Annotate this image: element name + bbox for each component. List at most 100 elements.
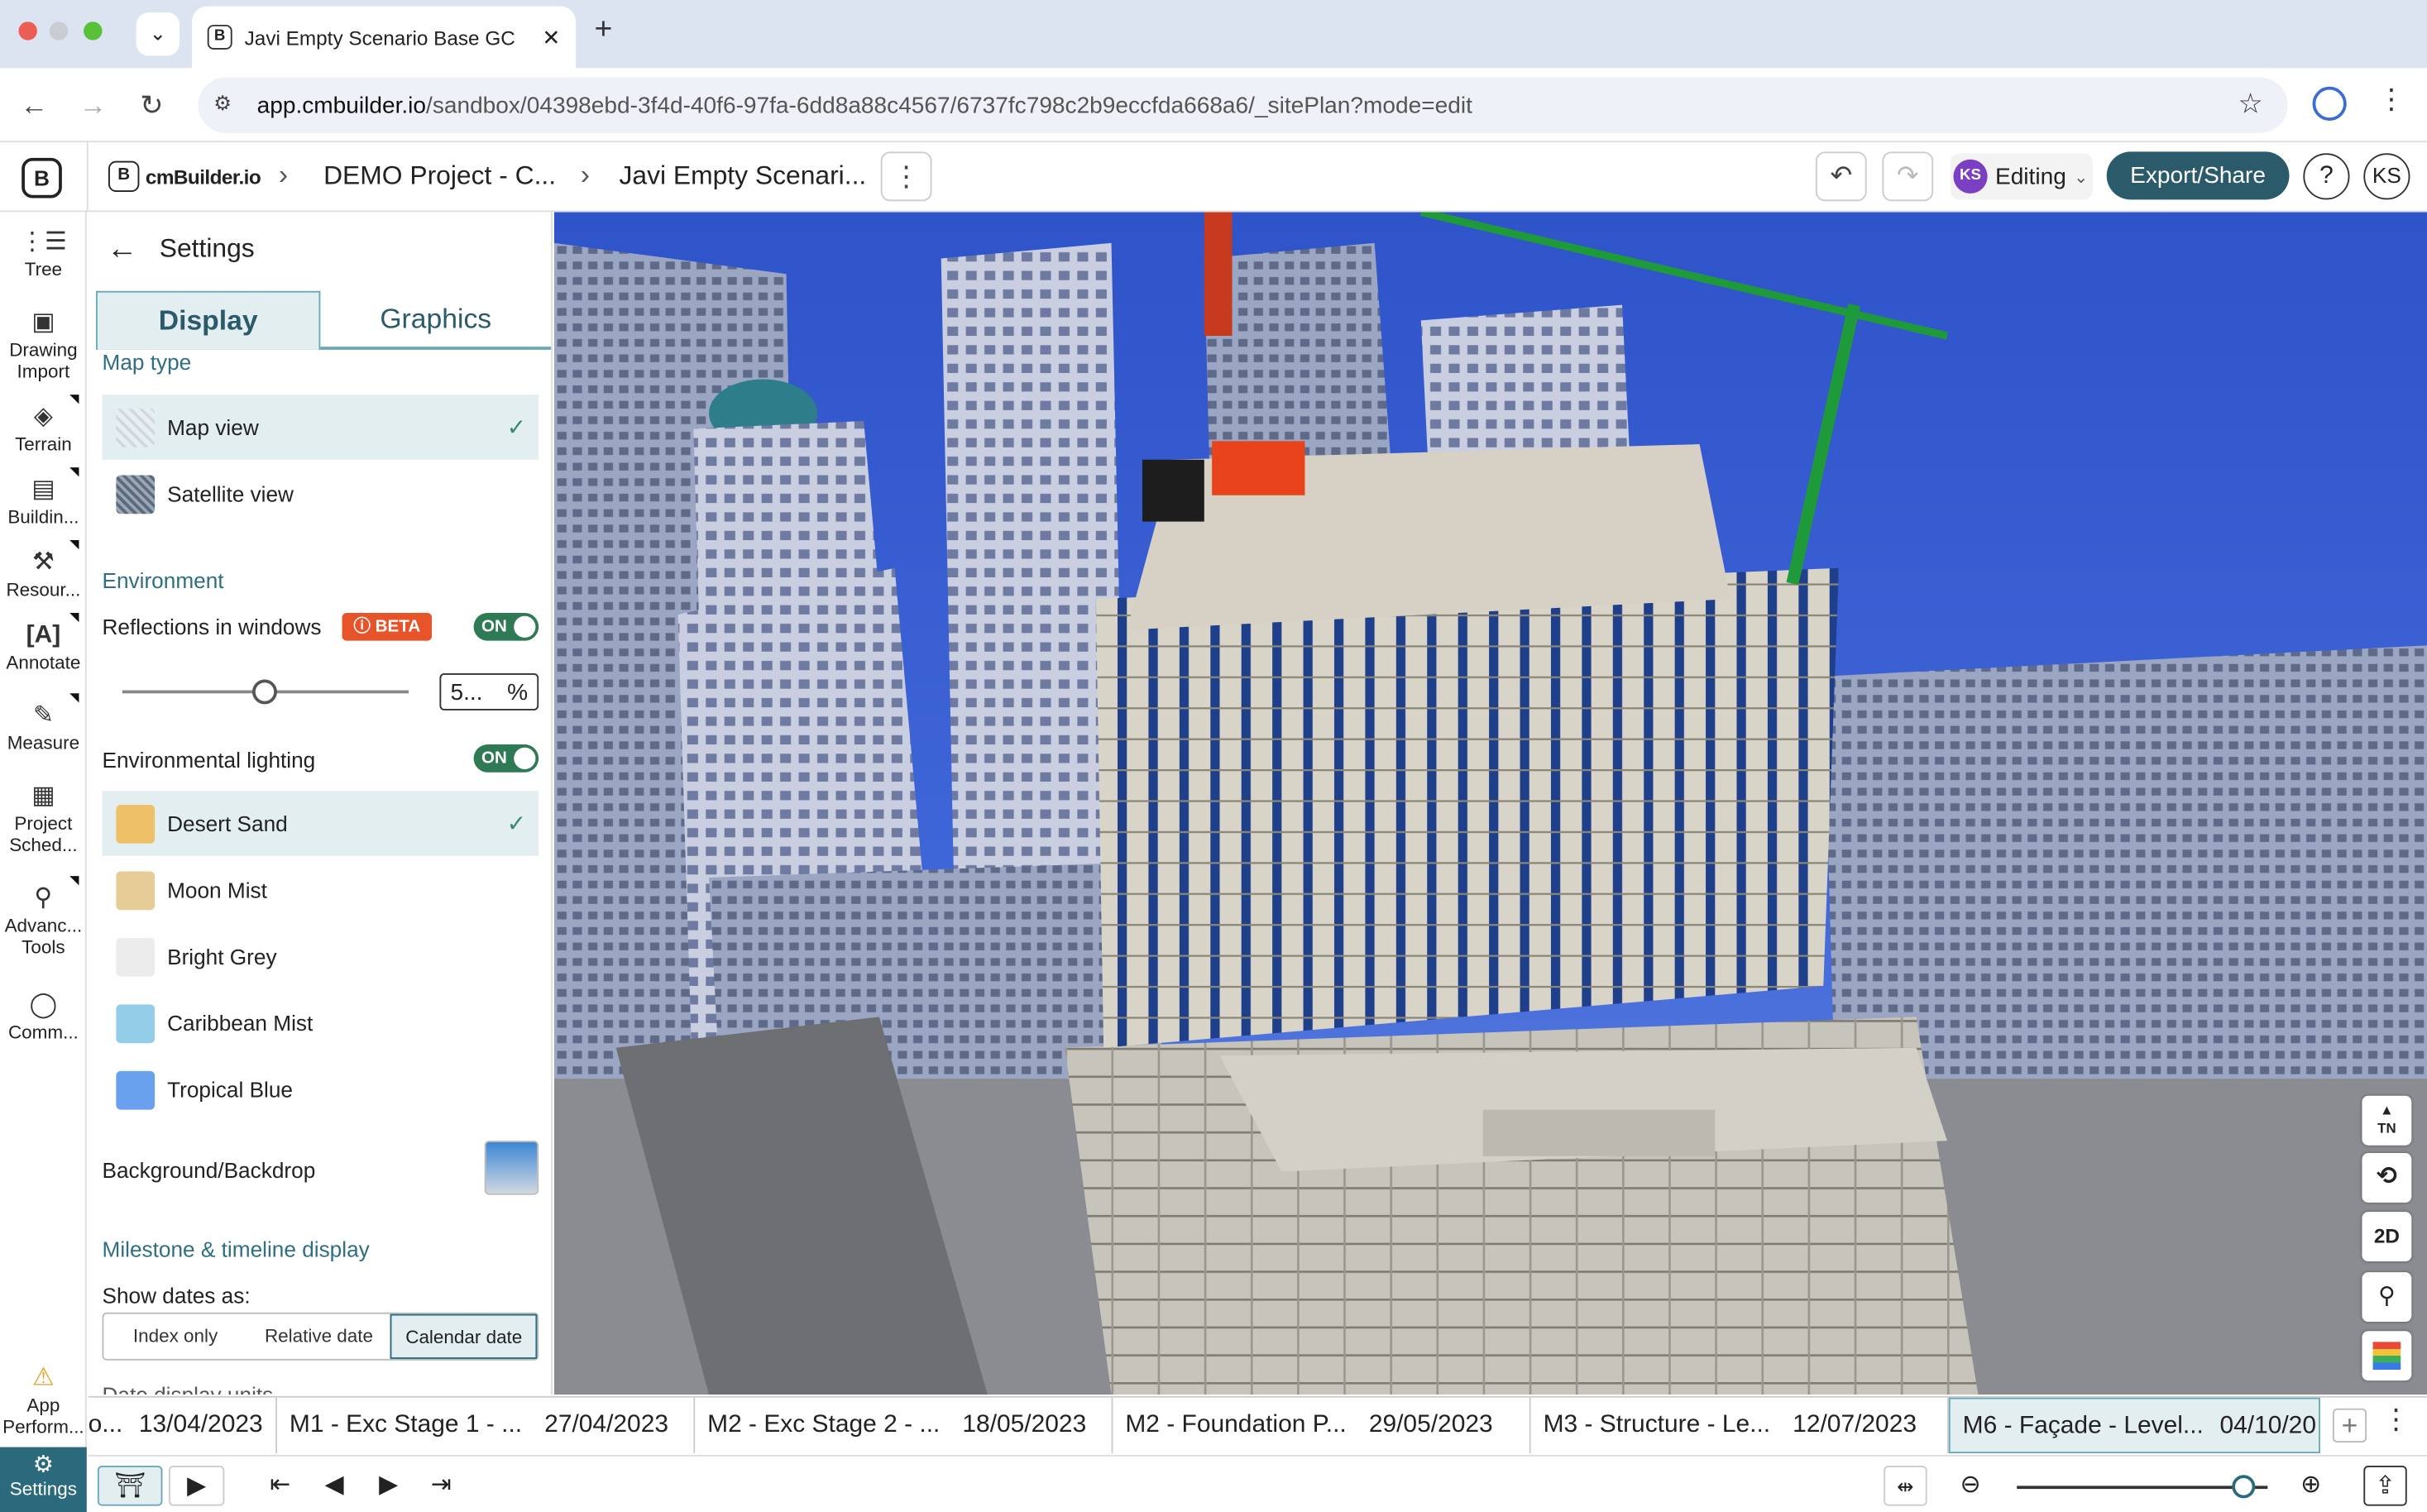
site-info-icon[interactable]: ⚙ (213, 91, 232, 116)
rail-item-tree[interactable]: ⋮☰ Tree (0, 227, 87, 280)
step-forward-icon[interactable]: ▶ (370, 1466, 407, 1506)
scenario-menu-icon[interactable]: ⋮ (880, 151, 932, 202)
2d-toggle-button[interactable]: 2D (2362, 1212, 2412, 1262)
tab-display[interactable]: Display (96, 290, 321, 350)
rail-label: Terrain (15, 433, 72, 456)
milestone-label: M2 - Foundation P... (1125, 1411, 1347, 1438)
option-label: Desert Sand (167, 811, 288, 836)
environment-heading: Environment (102, 567, 224, 593)
timeline-item[interactable]: M3 - Structure - Le... 12/07/2023 (1531, 1397, 1949, 1454)
rail-item-buildings[interactable]: ▤ Buildin... (0, 475, 87, 528)
redo-icon[interactable]: ↷ (1882, 151, 1934, 202)
back-arrow-icon[interactable]: ← (107, 232, 137, 267)
close-window-dot[interactable] (18, 22, 37, 41)
zoom-slider-handle[interactable] (2231, 1475, 2255, 1499)
comment-icon: ◯ (29, 992, 58, 1019)
rail-item-comments[interactable]: ◯ Comm... (0, 991, 87, 1043)
north-compass-button[interactable]: ▲ TN (2362, 1095, 2412, 1146)
zoom-in-icon[interactable]: ⊕ (2292, 1466, 2329, 1506)
lighting-option-bright-grey[interactable]: Bright Grey (102, 924, 539, 989)
help-icon[interactable]: ? (2303, 153, 2350, 200)
timeline-item[interactable]: M2 - Foundation P... 29/05/2023 (1113, 1397, 1531, 1454)
reflection-slider-handle[interactable] (252, 679, 277, 705)
rail-item-drawing-import[interactable]: ▣ Drawing Import (0, 308, 87, 382)
orbit-icon[interactable]: ⟲ (2362, 1153, 2412, 1203)
skip-to-end-icon[interactable]: ⇥ (423, 1466, 460, 1506)
north-arrow-icon: ▲ (2380, 1102, 2394, 1118)
lighting-option-tropical-blue[interactable]: Tropical Blue (102, 1057, 539, 1122)
relative-date-option[interactable]: Relative date (247, 1314, 390, 1359)
crane-mode-icon[interactable]: ⛩ (97, 1466, 163, 1506)
rail-item-app-performance[interactable]: ⚠ App Perform... (0, 1364, 87, 1438)
fit-timeline-icon[interactable]: ⇹ (1884, 1466, 1927, 1506)
reload-icon[interactable]: ↻ (130, 84, 173, 127)
backdrop-picker[interactable] (484, 1141, 539, 1195)
forward-icon[interactable]: → (71, 84, 114, 127)
timeline-menu-icon[interactable]: ⋮ (2382, 1404, 2410, 1436)
timeline-item[interactable]: o... 13/04/2023 (89, 1397, 277, 1454)
rail-label: Advanc... Tools (4, 914, 83, 959)
mode-dropdown[interactable]: KS Editing ⌄ (1950, 153, 2093, 200)
rail-item-terrain[interactable]: ◈ Terrain (0, 403, 87, 456)
breadcrumb-project[interactable]: DEMO Project - C... (323, 161, 556, 192)
building-icon: ▤ (31, 476, 55, 504)
satellite-view-option[interactable]: Satellite view (102, 462, 539, 527)
rail-item-project-schedule[interactable]: ▦ Project Sched... (0, 782, 87, 856)
schedule-icon: ▦ (31, 782, 55, 810)
map-view-option[interactable]: Map view ✓ (102, 395, 539, 460)
reflections-toggle[interactable]: ON (473, 612, 539, 641)
rail-item-measure[interactable]: ✎ Measure (0, 701, 87, 754)
user-avatar[interactable]: KS (2363, 153, 2410, 200)
color-swatch (116, 804, 156, 843)
export-share-button[interactable]: Export/Share (2106, 151, 2290, 200)
browser-tab[interactable]: B Javi Empty Scenario Base GC ✕ (192, 6, 577, 69)
rail-item-resources[interactable]: ⚒ Resour... (0, 548, 87, 600)
settings-header: ← Settings (89, 212, 551, 286)
rail-item-advanced-tools[interactable]: ⚲ Advanc... Tools (0, 883, 87, 958)
url-bar[interactable]: ⚙ app.cmbuilder.io/sandbox/04398ebd-3f4d… (198, 77, 2288, 133)
zoom-slider-track[interactable] (2017, 1486, 2268, 1490)
profile-icon[interactable] (2312, 86, 2347, 121)
rail-item-settings[interactable]: ⚙ Settings (0, 1447, 87, 1512)
tab-search-chevron-icon[interactable]: ⌄ (136, 12, 180, 56)
undo-icon[interactable]: ↶ (1815, 151, 1867, 202)
minimize-window-dot[interactable] (49, 22, 69, 41)
settings-tabs: Display Graphics (96, 290, 552, 350)
person-view-icon[interactable]: ⚲ (2362, 1272, 2412, 1323)
lighting-toggle[interactable]: ON (473, 744, 539, 773)
3d-viewport[interactable] (553, 212, 2427, 1395)
submenu-indicator-icon (69, 693, 79, 703)
step-back-icon[interactable]: ◀ (316, 1466, 353, 1506)
zoom-out-icon[interactable]: ⊖ (1952, 1466, 1989, 1506)
performance-icon: ⚠ (31, 1365, 55, 1392)
browser-menu-icon[interactable]: ⋮ (2377, 84, 2405, 116)
lighting-option-desert-sand[interactable]: Desert Sand ✓ (102, 791, 539, 856)
calendar-date-option[interactable]: Calendar date (390, 1313, 538, 1359)
add-milestone-icon[interactable]: + (2332, 1408, 2367, 1443)
timeline-item[interactable]: M1 - Exc Stage 1 - ... 27/04/2023 (277, 1397, 696, 1454)
cmbuilder-logo[interactable]: B cmBuilder.io (108, 160, 261, 193)
index-only-option[interactable]: Index only (103, 1314, 247, 1359)
timeline-item[interactable]: M2 - Exc Stage 2 - ... 18/05/2023 (695, 1397, 1113, 1454)
skip-to-start-icon[interactable]: ⇤ (261, 1466, 299, 1506)
tab-graphics[interactable]: Graphics (323, 291, 548, 350)
rail-item-annotate[interactable]: [A] Annotate (0, 620, 87, 673)
rail-label: Resour... (6, 578, 81, 601)
back-icon[interactable]: ← (12, 84, 55, 127)
app-logo-icon[interactable]: B (22, 157, 62, 199)
milestone-label: M6 - Façade - Level... (1962, 1413, 2204, 1440)
lighting-option-moon-mist[interactable]: Moon Mist (102, 858, 539, 923)
lighting-option-caribbean-mist[interactable]: Caribbean Mist (102, 991, 539, 1056)
new-tab-icon[interactable]: + (595, 12, 613, 48)
option-label: Caribbean Mist (167, 1010, 314, 1036)
legend-icon[interactable] (2362, 1331, 2412, 1381)
reflection-percent-input[interactable]: 5... % (439, 672, 539, 711)
play-slides-icon[interactable]: ▶ (168, 1466, 225, 1506)
bookmark-star-icon[interactable]: ☆ (2238, 89, 2262, 121)
timeline-item-active[interactable]: M6 - Façade - Level... 04/10/20 (1948, 1397, 2320, 1454)
app-header: B B cmBuilder.io › DEMO Project - C... ›… (0, 142, 2427, 213)
upload-icon[interactable]: ⇪ (2363, 1466, 2407, 1506)
maximize-window-dot[interactable] (84, 22, 103, 41)
close-tab-icon[interactable]: ✕ (542, 24, 560, 50)
breadcrumb-scenario[interactable]: Javi Empty Scenari... (619, 161, 866, 192)
